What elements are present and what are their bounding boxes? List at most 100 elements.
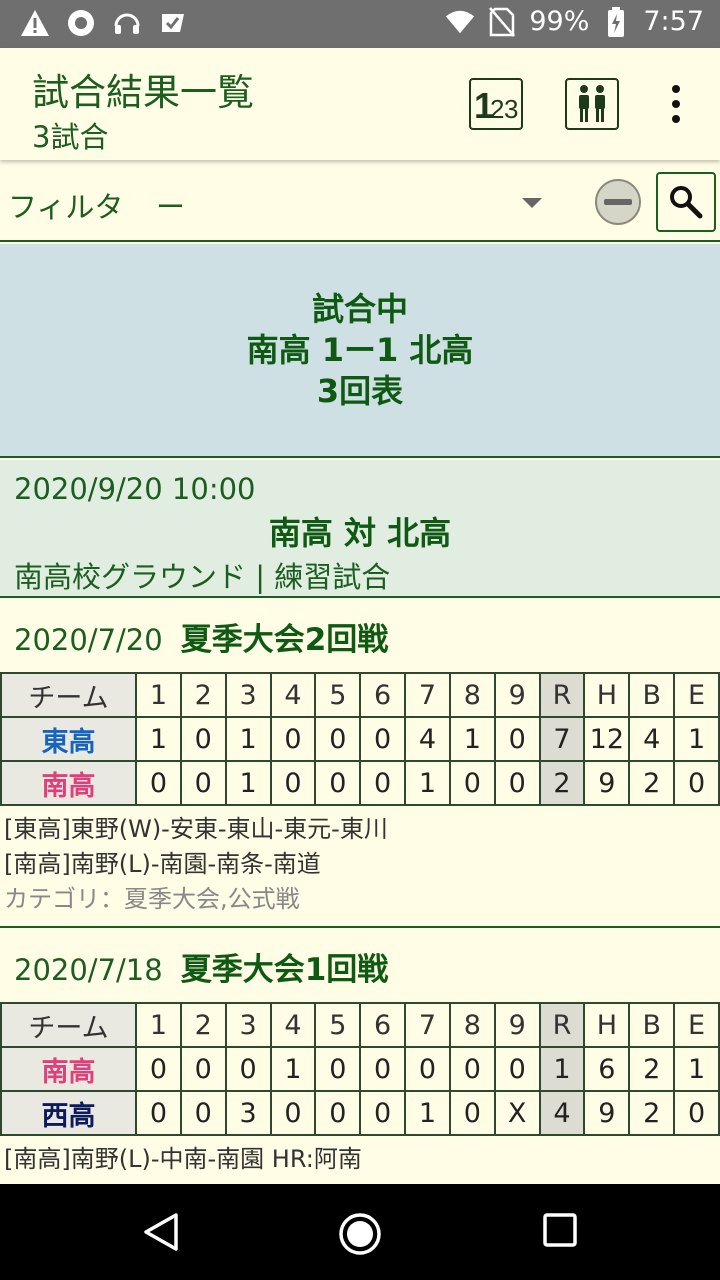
game-header[interactable]: 2020/7/18 夏季大会1回戦: [14, 944, 388, 989]
score-cell: 0: [673, 1090, 720, 1136]
header-cell: H: [583, 672, 631, 718]
score-cell: 9: [583, 1090, 631, 1136]
score-cell: 0: [493, 1046, 541, 1092]
overflow-menu-button[interactable]: [656, 78, 696, 130]
members-button[interactable]: [565, 78, 619, 130]
scoreboard-header-row: チーム 1 2 3 4 5 6 7 8 9 R H B E: [0, 1002, 720, 1048]
score-cell: 2: [628, 760, 676, 806]
header-cell: 6: [359, 1002, 407, 1048]
upcoming-match: 南高 対 北高: [268, 514, 452, 552]
game-count: 3試合: [32, 120, 109, 154]
team-name-cell: 南高: [0, 1046, 137, 1092]
pitcher-note: [南高]南野(L)-南園-南条-南道: [4, 850, 321, 878]
upcoming-game-card[interactable]: 2020/9/20 10:00 南高 対 北高 南高校グラウンド | 練習試合: [0, 460, 720, 598]
score-cell: 4: [628, 716, 676, 762]
scoreboard-table[interactable]: チーム 1 2 3 4 5 6 7 8 9 R H B E 南高 0 0 0 1 0 0 0 0…: [0, 1002, 720, 1136]
game-header[interactable]: 2020/7/20 夏季大会2回戦: [14, 614, 388, 659]
runs-cell: 2: [538, 760, 586, 806]
table-row: 南高 0 0 1 0 0 0 1 0 0 2 9 2 0: [0, 760, 720, 806]
score-cell: 0: [314, 1046, 362, 1092]
score-cell: 1: [673, 716, 720, 762]
header-cell: H: [583, 1002, 631, 1048]
score-cell: 0: [448, 1090, 496, 1136]
score-cell: 0: [493, 716, 541, 762]
live-game-card[interactable]: 試合中 南高 1ー1 北高 3回表: [0, 244, 720, 458]
header-cell: 2: [179, 672, 227, 718]
svg-text:3: 3: [504, 94, 518, 124]
team-name-cell: 南高: [0, 760, 137, 806]
score-cell: X: [493, 1090, 541, 1136]
game-notes: [東高]東野(W)-安東-東山-東元-東川 [南高]南野(L)-南園-南条-南道…: [4, 812, 388, 917]
header-cell: R: [538, 672, 586, 718]
score-cell: 0: [179, 760, 227, 806]
header-cell: 1: [135, 1002, 182, 1048]
score-cell: 6: [583, 1046, 631, 1092]
score-cell: 0: [359, 760, 407, 806]
header-cell: E: [673, 1002, 720, 1048]
record-icon: [66, 8, 96, 38]
score-cell: 1: [224, 760, 272, 806]
header-cell: R: [538, 1002, 586, 1048]
runs-cell: 1: [538, 1046, 586, 1092]
filter-bar: フィルタ ー: [0, 160, 720, 242]
score-cell: 4: [404, 716, 451, 762]
table-row: 西高 0 0 3 0 0 0 1 0 X 4 9 2 0: [0, 1090, 720, 1136]
header-cell: 6: [359, 672, 407, 718]
header-cell: 4: [269, 672, 317, 718]
score-cell: 1: [135, 716, 182, 762]
score-cell: 1: [224, 716, 272, 762]
dropdown-arrow-icon[interactable]: [522, 198, 542, 208]
no-sim-icon: [487, 6, 517, 37]
pitcher-note: [東高]東野(W)-安東-東山-東元-東川: [4, 815, 388, 843]
header-cell: 7: [404, 1002, 451, 1048]
score-cell: 2: [628, 1090, 676, 1136]
page-title: 試合結果一覧: [32, 71, 254, 114]
header-team: チーム: [0, 672, 137, 718]
more-vert-dot: [672, 100, 680, 108]
score-cell: 9: [583, 760, 631, 806]
scoreboard-number-button[interactable]: 1 2 3: [469, 78, 523, 130]
check-tag-icon: [158, 8, 188, 38]
game-date: 2020/7/18: [14, 953, 163, 987]
score-cell: 1: [448, 716, 496, 762]
team-name-cell: 東高: [0, 716, 137, 762]
score-cell: 0: [448, 1046, 496, 1092]
header-cell: 8: [448, 672, 496, 718]
header-cell: B: [628, 672, 676, 718]
numbers-123-icon: 1 2 3: [474, 85, 518, 124]
header-cell: 5: [314, 672, 362, 718]
category-note: カテゴリ：夏季大会,公式戦: [4, 885, 300, 913]
header-cell: 5: [314, 1002, 362, 1048]
team-name-cell: 西高: [0, 1090, 137, 1136]
search-button[interactable]: [656, 172, 716, 232]
recents-icon[interactable]: [542, 1212, 578, 1248]
pitcher-note: [南高]南野(L)-中南-南園 HR:阿南: [4, 1145, 362, 1173]
live-score: 南高 1ー1 北高: [246, 330, 474, 369]
table-row: 南高 0 0 0 1 0 0 0 0 0 1 6 2 1: [0, 1046, 720, 1092]
back-icon[interactable]: [142, 1212, 180, 1252]
score-cell: 1: [269, 1046, 317, 1092]
app-bar: 試合結果一覧 3試合 1 2 3: [0, 48, 720, 160]
upcoming-datetime: 2020/9/20 10:00: [14, 472, 256, 506]
filter-select[interactable]: ー: [156, 184, 185, 226]
score-cell: 0: [135, 1090, 182, 1136]
clear-filter-button[interactable]: [595, 179, 641, 225]
header-cell: B: [628, 1002, 676, 1048]
people-icon: [579, 85, 605, 122]
scoreboard-table[interactable]: チーム 1 2 3 4 5 6 7 8 9 R H B E 東高 1 0 1 0 0 0 4 1…: [0, 672, 720, 806]
runs-cell: 4: [538, 1090, 586, 1136]
live-status: 試合中: [311, 289, 408, 328]
score-cell: 0: [359, 1046, 407, 1092]
table-row: 東高 1 0 1 0 0 0 4 1 0 7 12 4 1: [0, 716, 720, 762]
score-cell: 1: [404, 1090, 451, 1136]
svg-text:2: 2: [490, 94, 504, 124]
score-cell: 0: [673, 760, 720, 806]
score-cell: 3: [224, 1090, 272, 1136]
search-icon: [670, 186, 703, 219]
divider: [0, 926, 720, 928]
headset-settings-icon: [112, 8, 142, 38]
game-notes: [南高]南野(L)-中南-南園 HR:阿南: [4, 1142, 362, 1177]
home-icon[interactable]: [338, 1212, 382, 1256]
score-cell: 0: [179, 1046, 227, 1092]
score-cell: 0: [269, 716, 317, 762]
